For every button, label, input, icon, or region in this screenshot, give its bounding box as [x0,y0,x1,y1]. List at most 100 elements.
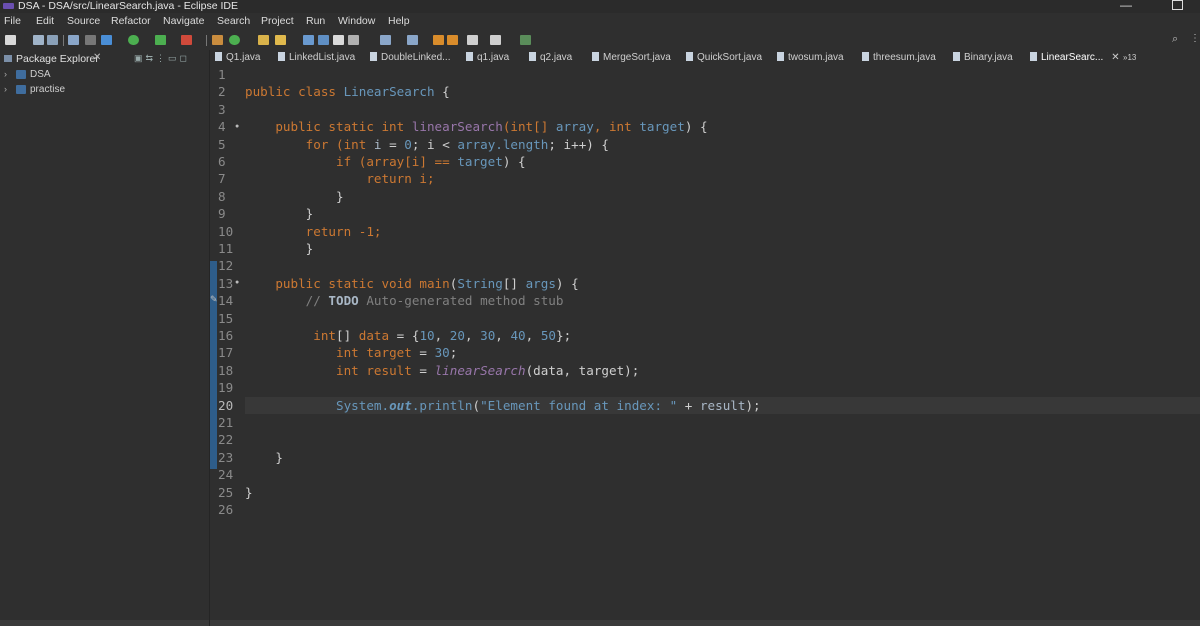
prev-annotation-icon[interactable] [407,35,418,45]
open-type-icon[interactable] [258,35,269,45]
menu-navigate[interactable]: Navigate [163,15,204,27]
search-icon[interactable]: ⌕ [1172,33,1178,46]
new-icon[interactable] [5,35,16,45]
run-icon[interactable] [128,35,139,45]
whitespace-icon[interactable] [348,35,359,45]
code-token: public class [245,84,344,100]
java-file-icon [215,52,222,61]
menu-refactor[interactable]: Refactor [111,15,151,27]
line-number: 16 [218,328,234,343]
menu-search[interactable]: Search [217,15,250,27]
tab-threesum-java[interactable]: threesum.java [862,52,936,66]
forward-arrow-icon[interactable] [490,35,501,45]
minimize-icon[interactable]: — [1120,0,1132,12]
search-tool-icon[interactable] [275,35,286,45]
tab-q1-java[interactable]: Q1.java [215,52,260,66]
tabs-overflow-indicator[interactable]: »13 [1123,53,1136,62]
code-token: = [381,136,405,152]
code-token: , [464,328,481,343]
code-token: }; [555,328,572,343]
eclipse-logo-icon [3,3,14,9]
java-file-icon [278,52,285,61]
code-token: [] [502,275,526,291]
line-number: 10 [218,223,234,239]
maximize-icon[interactable] [1172,0,1183,10]
tab-linkedlist-java[interactable]: LinkedList.java [278,52,355,66]
tab-quicksort-java[interactable]: QuickSort.java [686,52,762,66]
code-token: main [419,275,450,291]
horizontal-scrollbar[interactable] [0,620,209,626]
word-wrap-icon[interactable] [333,35,344,45]
line-number: 23 [218,449,234,465]
tab-label: twosum.java [788,52,844,63]
menu-help[interactable]: Help [388,15,410,27]
editor-scrollbar[interactable] [210,620,1200,626]
line-number: 1 [218,67,226,82]
menu-window[interactable]: Window [338,15,375,27]
view-toolbar-icons[interactable]: ▣⇆⋮▭◻ [134,53,190,64]
menu-project[interactable]: Project [261,15,294,27]
close-icon[interactable]: ✕ [93,52,101,63]
save-all-icon[interactable] [47,35,58,45]
code-token: if [245,154,359,169]
code-token: ) { [502,154,526,169]
code-token: ); [745,397,761,413]
line-number: 12 [218,258,234,274]
menu-edit[interactable]: Edit [36,15,54,27]
forward-nav-icon[interactable] [447,35,458,45]
line-number: 24 [218,467,234,483]
toggle-mark-icon[interactable] [303,35,314,45]
tab-q2-java[interactable]: q2.java [529,52,572,66]
tab-label: LinkedList.java [289,52,356,63]
perspective-icon[interactable] [520,35,531,45]
tab-q1-lower-java[interactable]: q1.java [466,52,509,66]
tab-mergesort-java[interactable]: MergeSort.java [592,52,671,66]
line-number: 11 [218,241,234,256]
tab-twosum-java[interactable]: twosum.java [777,52,844,66]
code-line: } [245,241,314,256]
task-marker-icon[interactable]: ✎ [210,294,218,305]
external-tools-icon[interactable] [181,35,192,45]
line-number: 3 [218,101,226,117]
java-file-icon [1030,52,1037,61]
menu-run[interactable]: Run [306,15,325,27]
terminal-icon[interactable] [68,35,79,45]
coverage-icon[interactable] [155,35,166,45]
code-token: 40 [510,328,526,343]
save-icon[interactable] [33,35,44,45]
code-token: , [434,328,450,343]
code-line: } [245,206,314,222]
fold-marker-icon[interactable]: ● [235,123,239,130]
tab-linearsearch-java[interactable]: LinearSearc... ✕ [1030,52,1120,66]
back-arrow-icon[interactable] [467,35,478,45]
debug-icon[interactable] [101,35,112,45]
line-number: 17 [218,345,234,361]
code-editor[interactable]: 1 2 3 4 ● 5 6 7 8 9 10 11 12 13 ● ✎ 14 1… [210,66,1200,626]
project-folder-icon [16,85,26,94]
tab-doublelinked-java[interactable]: DoubleLinked... [370,52,451,66]
package-explorer-title[interactable]: Package Explorer [16,53,99,65]
menu-file[interactable]: File [4,15,21,27]
code-token: array.length [457,136,549,152]
line-number: 6 [218,154,226,169]
block-selection-icon[interactable] [318,35,329,45]
code-token: target [366,345,412,361]
code-line: int result = linearSearch(data, target); [245,362,1200,379]
chevron-right-icon[interactable]: › [4,84,7,94]
menu-source[interactable]: Source [67,15,100,27]
java-file-icon [529,52,536,61]
back-icon[interactable] [433,35,444,45]
next-annotation-icon[interactable] [380,35,391,45]
close-tab-icon[interactable]: ✕ [1111,52,1119,63]
tab-binary-java[interactable]: Binary.java [953,52,1013,66]
code-area[interactable]: public class LinearSearch { public stati… [245,66,1200,626]
chevron-right-icon[interactable]: › [4,69,7,79]
skip-breakpoints-icon[interactable] [85,35,96,45]
new-java-project-icon[interactable] [212,35,223,45]
code-line: return -1; [245,223,1200,240]
new-class-icon[interactable] [229,35,240,45]
fold-marker-icon[interactable]: ● [235,279,239,286]
toolbar-separator [63,35,64,46]
code-token: + [677,397,700,413]
open-perspective-icon[interactable]: ⋮ [1190,33,1200,44]
